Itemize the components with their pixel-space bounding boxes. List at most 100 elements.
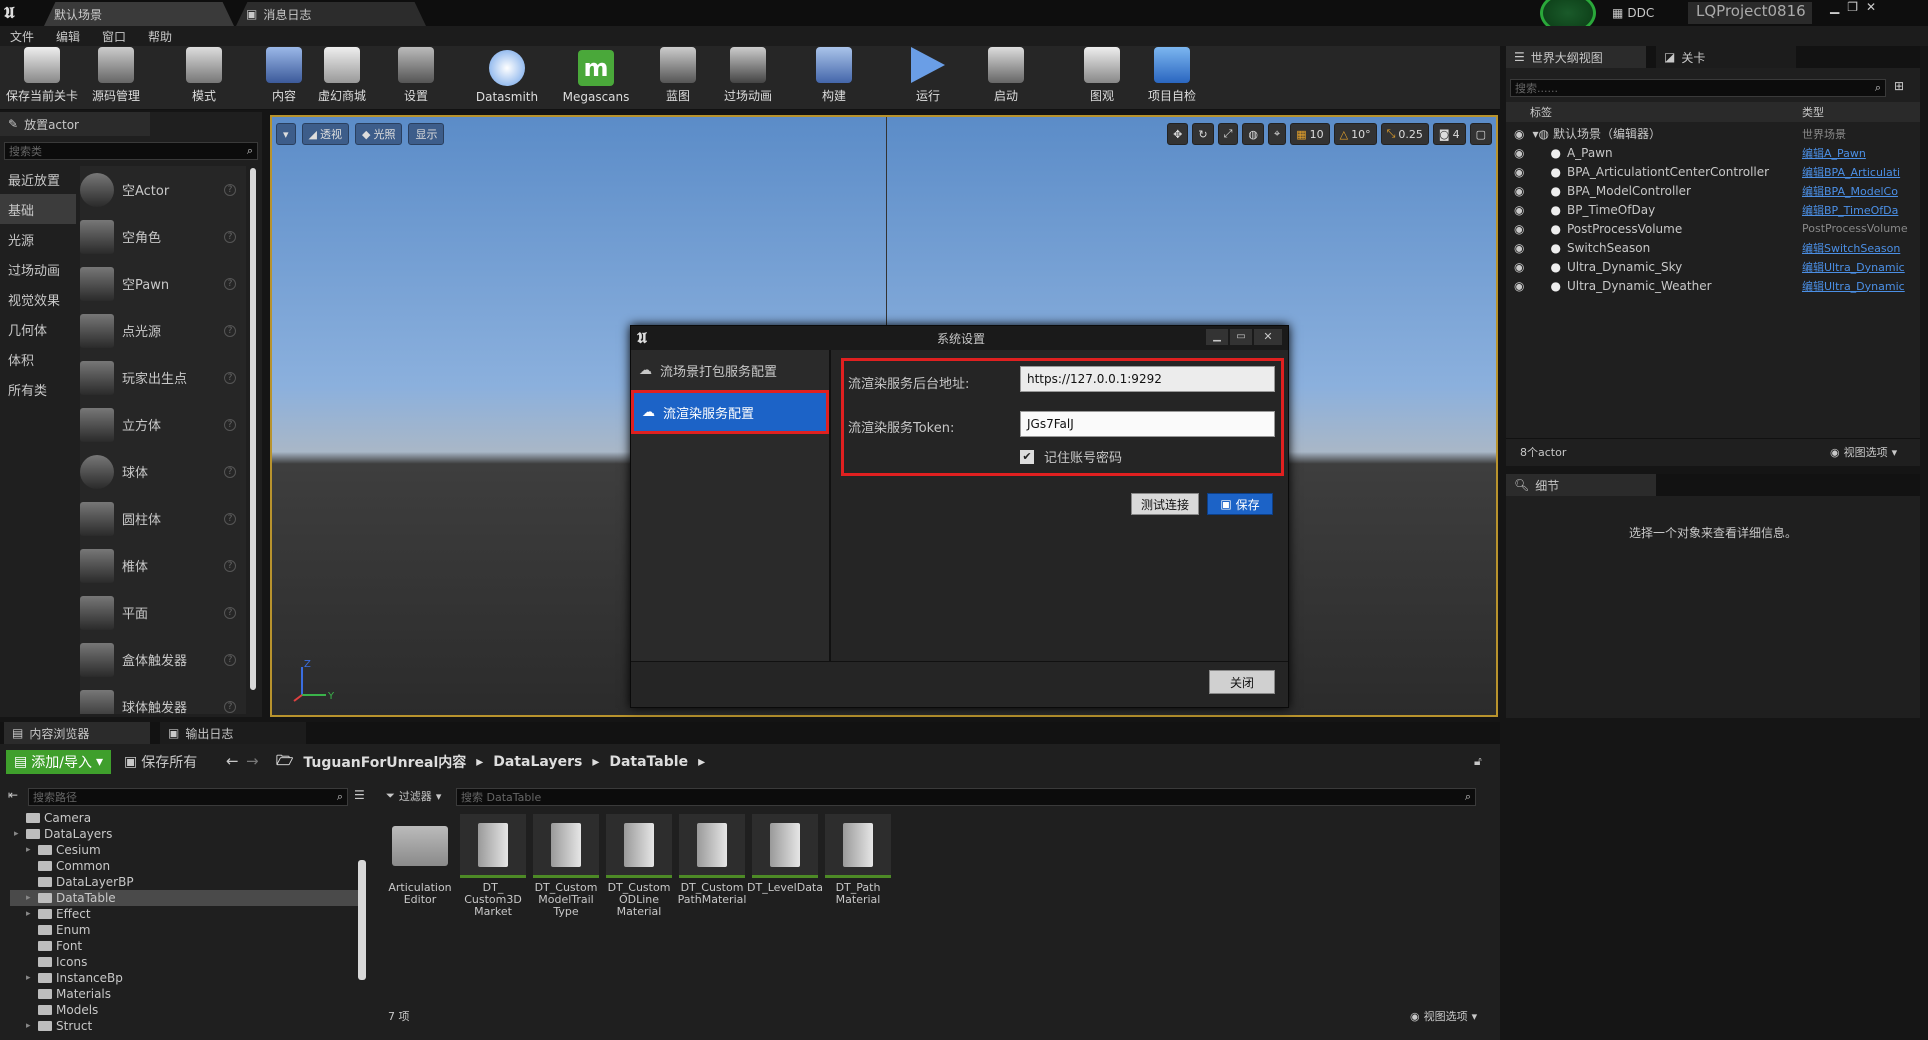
class-search-input[interactable]: 搜索类 ⌕ xyxy=(4,142,258,160)
nav-render-service[interactable]: ☁ 流渲染服务配置 xyxy=(631,390,829,434)
actor-item[interactable]: 盒体触发器? xyxy=(80,636,246,683)
folder-tree-item[interactable]: Icons xyxy=(10,954,358,970)
category-recent[interactable]: 最近放置 xyxy=(0,164,76,194)
folder-tree-item[interactable]: ▸ InstanceBp xyxy=(10,970,358,986)
tab-content-browser[interactable]: ▤ 内容浏览器 xyxy=(4,722,150,744)
outliner-row[interactable]: ◉ ● Ultra_Dynamic_Weather 编辑Ultra_Dynamic xyxy=(1506,276,1920,295)
eye-icon[interactable]: ◉ xyxy=(1514,165,1524,179)
actor-list-scrollbar[interactable] xyxy=(250,168,256,690)
tab-output-log[interactable]: ▣ 输出日志 xyxy=(160,722,306,744)
col-label-header[interactable]: 标签 xyxy=(1530,104,1552,120)
eye-icon[interactable]: ◉ xyxy=(1514,127,1524,141)
place-actor-tab[interactable]: ✎ 放置actor xyxy=(0,112,150,136)
cinematics-button[interactable]: 过场动画 xyxy=(716,46,780,110)
chevron-right-icon[interactable]: ▸ xyxy=(26,909,34,919)
menu-file[interactable]: 文件 xyxy=(10,28,34,45)
nav-packaging-service[interactable]: ☁ 流场景打包服务配置 xyxy=(631,350,829,390)
breadcrumb-item[interactable]: DataLayers xyxy=(493,754,582,770)
outliner-row[interactable]: ◉ ● A_Pawn 编辑A_Pawn xyxy=(1506,143,1920,162)
help-icon[interactable]: ? xyxy=(224,700,236,713)
folder-tree-item[interactable]: Font xyxy=(10,938,358,954)
actor-item[interactable]: 点光源? xyxy=(80,307,246,354)
category-volumes[interactable]: 体积 xyxy=(0,344,76,374)
tab-message-log[interactable]: ▣ 消息日志 xyxy=(236,2,426,26)
actor-type[interactable]: 编辑BPA_ModelCo xyxy=(1802,183,1914,199)
chevron-right-icon[interactable]: ▸ xyxy=(26,1021,34,1031)
filters-button[interactable]: ⏷ 过滤器 ▾ xyxy=(386,788,441,804)
test-connection-button[interactable]: 测试连接 xyxy=(1131,493,1199,515)
chevron-right-icon[interactable]: ▸ xyxy=(26,845,34,855)
col-type-header[interactable]: 类型 xyxy=(1802,104,1824,120)
modes-button[interactable]: 模式 xyxy=(172,46,236,110)
actor-type[interactable]: 编辑SwitchSeason xyxy=(1802,240,1914,256)
add-filter-icon[interactable]: ⊞ xyxy=(1894,79,1904,93)
eye-icon[interactable]: ◉ xyxy=(1514,203,1524,217)
token-input[interactable]: JGs7FalJ xyxy=(1020,411,1275,437)
help-icon[interactable]: ? xyxy=(224,653,236,666)
actor-item[interactable]: 球体? xyxy=(80,448,246,495)
address-input[interactable]: https://127.0.0.1:9292 xyxy=(1020,366,1275,392)
content-button[interactable]: 内容 xyxy=(256,46,312,110)
surface-snap-toggle[interactable]: ⌖ xyxy=(1268,123,1287,145)
actor-item[interactable]: 立方体? xyxy=(80,401,246,448)
actor-item[interactable]: 空Actor? xyxy=(80,166,246,213)
folder-tree-item[interactable]: Materials xyxy=(10,986,358,1002)
play-button[interactable]: 运行 xyxy=(900,46,956,110)
category-lights[interactable]: 光源 xyxy=(0,224,76,254)
help-icon[interactable]: ? xyxy=(224,606,236,619)
toggle-sources-icon[interactable]: ⇤ xyxy=(8,788,18,802)
asset-tile[interactable]: DT_Custom ODLine Material xyxy=(605,814,673,918)
actor-type[interactable]: 编辑BP_TimeOfDa xyxy=(1802,202,1914,218)
actor-type[interactable]: 编辑BPA_Articulati xyxy=(1802,164,1914,180)
checkbox-checked-icon[interactable]: ✔ xyxy=(1020,449,1034,464)
outliner-row[interactable]: ◉ ● BP_TimeOfDay 编辑BP_TimeOfDa xyxy=(1506,200,1920,219)
actor-item[interactable]: 球体触发器? xyxy=(80,683,246,714)
category-cinematic[interactable]: 过场动画 xyxy=(0,254,76,284)
perspective-button[interactable]: ◢ 透视 xyxy=(301,123,349,145)
close-icon[interactable]: ✕ xyxy=(1866,0,1876,14)
datasmith-button[interactable]: Datasmith xyxy=(472,46,542,110)
ddc-indicator[interactable]: ▦ DDC xyxy=(1612,4,1654,22)
minimize-icon[interactable]: ▁ xyxy=(1830,0,1839,14)
translate-tool[interactable]: ✥ xyxy=(1167,123,1189,145)
help-icon[interactable]: ? xyxy=(224,230,236,243)
lit-button[interactable]: ◆ 光照 xyxy=(355,123,403,145)
help-icon[interactable]: ? xyxy=(224,371,236,384)
breadcrumb-item[interactable]: DataTable xyxy=(609,754,688,770)
scale-tool[interactable]: ⤢ xyxy=(1217,123,1239,145)
chevron-right-icon[interactable]: ▸ xyxy=(592,754,599,770)
menu-help[interactable]: 帮助 xyxy=(148,28,172,45)
help-icon[interactable]: ? xyxy=(224,512,236,525)
folder-tree-item[interactable]: Models xyxy=(10,1002,358,1018)
launch-button[interactable]: 启动 xyxy=(978,46,1034,110)
tab-world-outliner[interactable]: ☰ 世界大纲视图 xyxy=(1506,46,1646,68)
show-button[interactable]: 显示 xyxy=(408,123,445,145)
tab-levels[interactable]: ◪ 关卡 xyxy=(1656,46,1796,68)
help-icon[interactable]: ? xyxy=(224,559,236,572)
asset-tile[interactable]: DT_Custom ModelTrail Type xyxy=(532,814,600,918)
eye-icon[interactable]: ◉ xyxy=(1514,260,1524,274)
scale-snap[interactable]: ⤡ 0.25 xyxy=(1380,123,1429,145)
actor-item[interactable]: 椎体? xyxy=(80,542,246,589)
folder-tree-item[interactable]: Camera xyxy=(10,810,358,826)
rotation-snap[interactable]: △ 10° xyxy=(1333,123,1377,145)
category-all-classes[interactable]: 所有类 xyxy=(0,374,76,404)
close-button[interactable]: 关闭 xyxy=(1209,670,1275,694)
menu-edit[interactable]: 编辑 xyxy=(56,28,80,45)
folder-tree-item[interactable]: DataLayerBP xyxy=(10,874,358,890)
outliner-row[interactable]: ◉ ● BPA_ModelController 编辑BPA_ModelCo xyxy=(1506,181,1920,200)
actor-item[interactable]: 玩家出生点? xyxy=(80,354,246,401)
asset-tile[interactable]: DT_Custom PathMaterial xyxy=(678,814,746,906)
source-control-button[interactable]: 源码管理 xyxy=(84,46,148,110)
outliner-row[interactable]: ◉ ● SwitchSeason 编辑SwitchSeason xyxy=(1506,238,1920,257)
maximize-icon[interactable]: ▭ xyxy=(1230,329,1252,345)
folder-tree-item[interactable]: ▸ DataTable xyxy=(10,890,358,906)
help-icon[interactable]: ? xyxy=(224,277,236,290)
folder-tree-item[interactable]: Enum xyxy=(10,922,358,938)
breadcrumb-item[interactable]: TuguanForUnreal内容 xyxy=(303,752,466,772)
asset-tile[interactable]: DT_Path Material xyxy=(824,814,892,906)
help-icon[interactable]: ? xyxy=(224,418,236,431)
lock-icon[interactable]: 🔓︎ xyxy=(1474,754,1482,769)
content-view-options[interactable]: ◉ 视图选项 ▾ xyxy=(1410,1008,1477,1024)
chevron-right-icon[interactable]: ▸ xyxy=(698,754,705,770)
